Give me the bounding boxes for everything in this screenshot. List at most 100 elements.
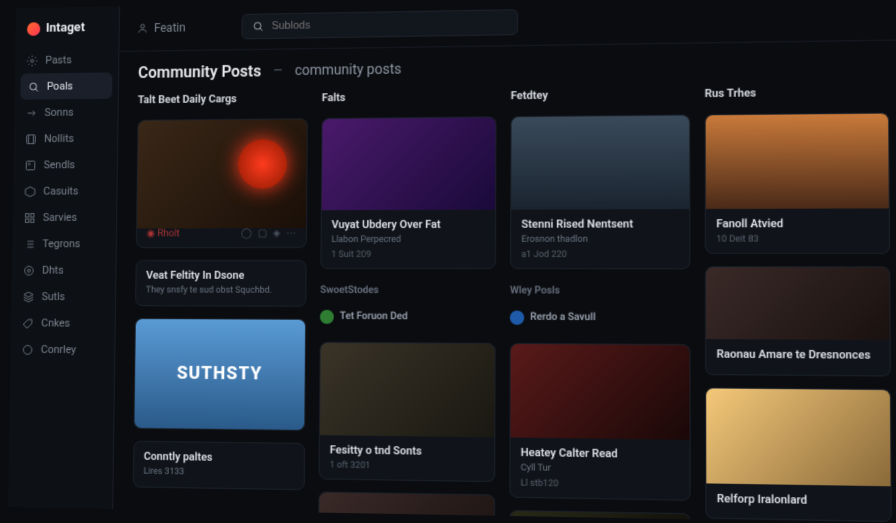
foot-label: ◉ Rholt <box>147 228 180 239</box>
action-icon[interactable]: ◈ <box>273 228 281 239</box>
post-card[interactable]: Heatey Calter ReadCyll TurLl stb120 <box>509 343 690 501</box>
search-box[interactable] <box>241 9 518 39</box>
sidebar-item-tegrons[interactable]: Tegrons <box>12 230 116 256</box>
badge-row: Tet Foruon Ded <box>320 310 496 325</box>
sidebar-item-conrley[interactable]: Conrley <box>10 336 114 363</box>
content-scroll[interactable]: Talt Beet Daily Cargs ◉ Rholt ◯ ▢ ◈ ⋯ Veat Fel… <box>113 85 896 523</box>
badge-text: Tet Foruon Ded <box>340 311 408 322</box>
post-thumbnail <box>320 343 495 437</box>
post-meta: 10 Deit 83 <box>716 235 878 245</box>
section-label: Wley Posls <box>510 285 690 297</box>
sidebar-item-sonns[interactable]: Sonns <box>14 99 118 126</box>
sidebar-item-sutls[interactable]: Sutls <box>11 283 115 310</box>
post-thumbnail: SUTHSTY <box>134 319 305 430</box>
post-title: Fesitty o tnd Sonts <box>330 443 484 460</box>
sidebar-item-label: Cnkes <box>41 317 70 330</box>
card-footer: ◉ Rholt ◯ ▢ ◈ ⋯ <box>137 228 306 247</box>
brand-logo[interactable]: Intaget <box>16 14 119 48</box>
gear-icon <box>26 55 37 67</box>
post-card[interactable]: Conntly paltesLires 3133 <box>133 441 305 491</box>
sidebar-item-label: Nollits <box>44 132 74 145</box>
grid-icon <box>24 212 36 224</box>
brand-name: Intaget <box>46 20 85 35</box>
post-thumbnail <box>511 115 689 209</box>
column-header: Talt Beet Daily Cargs <box>138 92 308 107</box>
post-card[interactable]: Fanoll Atvied 10 Deit 83 <box>705 113 890 255</box>
feed-column: Falts Vuyat Ubdery Over FatLlabon Perpecr… <box>317 89 497 523</box>
search-icon <box>28 81 39 93</box>
post-card[interactable]: Vuyat Ubdery Over FatLlabon Perpecred1 S… <box>320 116 496 269</box>
breadcrumb-sub: community posts <box>295 61 402 78</box>
sidebar-item-label: Tegrons <box>42 237 80 250</box>
sidebar-item-poals[interactable]: Poals <box>20 72 112 99</box>
post-title: Veat Feltity In Dsone <box>146 269 296 283</box>
action-icon[interactable]: ▢ <box>258 228 267 239</box>
post-card[interactable]: Raonau Amare te Dresnonces <box>705 267 891 377</box>
sidebar: Intaget Pasts Poals Sonns Nollits Sendls Casu… <box>8 6 120 509</box>
badge-icon <box>320 310 334 324</box>
badge-text: Rerdo a Savull <box>530 312 595 323</box>
sidebar-item-dhts[interactable]: Dhts <box>12 257 116 284</box>
sidebar-item-casuits[interactable]: Casuits <box>13 178 117 205</box>
sidebar-item-label: Sutls <box>42 290 65 303</box>
post-meta: a1 Jod 220 <box>521 250 679 260</box>
badge-row: Rerdo a Savull <box>510 311 691 326</box>
post-title: Conntly paltes <box>144 450 294 466</box>
post-subtitle: They snsfy te sud obst Squchbd. <box>146 286 296 298</box>
post-thumbnail <box>322 117 496 210</box>
sidebar-item-sendls[interactable]: Sendls <box>13 151 117 178</box>
sidebar-item-cnkes[interactable]: Cnkes <box>11 310 115 337</box>
post-subtitle: Llabon Perpecred <box>331 235 485 247</box>
post-card[interactable]: SUTHSTY <box>134 318 307 431</box>
post-title: Fanoll Atvied <box>716 217 878 232</box>
column-header: Rus Trhes <box>705 85 889 100</box>
feed-column: Rus Trhes Fanoll Atvied 10 Deit 83 Raonau A… <box>705 85 894 523</box>
badge-icon <box>510 311 524 325</box>
post-title: Relforp Iralonlard <box>717 491 880 509</box>
post-card[interactable]: ◉ Rholt ◯ ▢ ◈ ⋯ <box>136 118 308 248</box>
sidebar-item-nollits[interactable]: Nollits <box>14 125 118 152</box>
feed-column: FetdteyStenni Rised NentsentErosnon thad… <box>509 87 692 523</box>
list-icon <box>24 238 36 250</box>
sidebar-item-label: Casuits <box>43 185 78 198</box>
sidebar-item-sarvies[interactable]: Sarvies <box>13 204 117 231</box>
post-thumbnail <box>706 268 890 341</box>
sidebar-item-label: Sendls <box>44 158 75 171</box>
post-subtitle: Lires 3133 <box>143 467 294 481</box>
key-icon <box>26 107 37 119</box>
post-card[interactable]: Turley Favke N <box>318 492 495 523</box>
breadcrumb-main[interactable]: Community Posts <box>138 62 261 82</box>
box-icon <box>24 185 36 197</box>
post-title: Heatey Calter Read <box>521 446 680 463</box>
post-thumbnail <box>706 388 890 486</box>
post-subtitle: Erosnon thadlon <box>521 235 679 247</box>
sidebar-item-label: Conrley <box>41 343 76 356</box>
sidebar-item-label: Dhts <box>42 264 64 277</box>
feed-column: Talt Beet Daily Cargs ◉ Rholt ◯ ▢ ◈ ⋯ Veat Fel… <box>130 92 308 523</box>
film-icon <box>25 133 36 145</box>
post-thumbnail <box>510 511 690 523</box>
post-meta: 1 oft 3201 <box>330 461 484 473</box>
action-icon[interactable]: ⋯ <box>286 228 296 239</box>
post-card[interactable]: Fesitty o tnd Sonts1 oft 3201 <box>319 342 496 483</box>
post-title: Raonau Amare te Dresnonces <box>717 348 880 364</box>
column-header: Falts <box>322 89 497 104</box>
post-meta: Ll stb120 <box>521 478 680 491</box>
topbar-feature-label: Featin <box>154 21 186 35</box>
post-card[interactable]: Stenni Rised NentsentErosnon thadlona1 J… <box>510 114 690 269</box>
post-meta: 1 Suit 209 <box>331 250 485 260</box>
post-card[interactable]: Veat Feltity In Dsone They snsfy te sud o… <box>135 260 307 307</box>
sidebar-item-label: Pasts <box>45 54 71 67</box>
section-label: SwoetStodes <box>320 285 496 296</box>
post-subtitle: Cyll Tur <box>521 463 680 477</box>
sidebar-item-label: Sarvies <box>43 211 77 224</box>
circle-icon <box>22 343 34 355</box>
brand-mark-icon <box>27 22 40 36</box>
topbar-feature-link[interactable]: Featin <box>137 21 186 35</box>
action-icon[interactable]: ◯ <box>241 228 252 239</box>
search-input[interactable] <box>271 16 506 32</box>
search-icon <box>252 20 264 32</box>
sidebar-item-pasts[interactable]: Pasts <box>15 46 118 74</box>
sidebar-item-label: Sonns <box>44 106 73 119</box>
post-card[interactable]: Relforp Iralonlard <box>705 387 892 522</box>
